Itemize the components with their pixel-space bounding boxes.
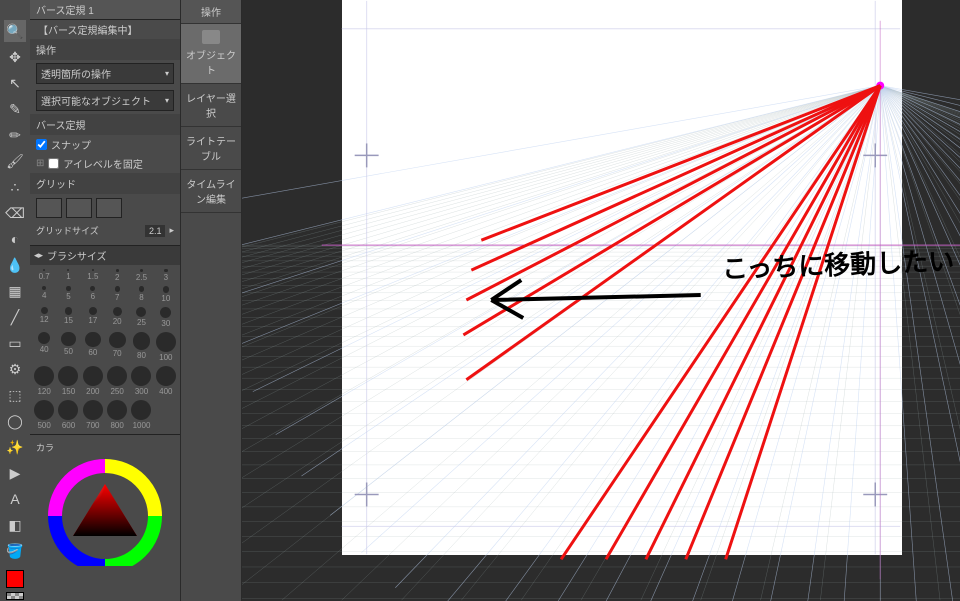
panel-subtitle: 【バース定規編集中】 [30,20,180,39]
brush-preset[interactable]: 6 [81,284,105,304]
droplet-icon[interactable]: 💧 [4,254,26,276]
brush-preset[interactable]: 40 [32,330,56,364]
section-grid: グリッド [30,173,180,194]
frame-icon[interactable]: ▦ [4,280,26,302]
move-icon[interactable]: ✥ [4,46,26,68]
dropdown-selectable[interactable]: 選択可能なオブジェクト▾ [36,90,174,111]
brush-preset[interactable]: 150 [56,364,80,398]
marquee-icon[interactable]: ⬚ [4,384,26,406]
brush-preset[interactable]: 0.7 [32,267,56,284]
brush-preset[interactable]: 20 [105,305,129,330]
grid-xz-button[interactable] [96,198,122,218]
grid-size-value[interactable]: 2.1 [145,225,166,237]
chevron-down-icon: ▾ [165,96,169,105]
chevron-down-icon: ▾ [165,69,169,78]
fill-icon[interactable]: 🪣 [4,540,26,562]
dropdown-transparent[interactable]: 透明箇所の操作▾ [36,63,174,84]
brush-preset[interactable]: 80 [129,330,153,364]
tool-column: 🔍 ✥ ↖ ✎ ✏ 🖌 ∴ ⌫ ◐ 💧 ▦ ╱ ▭ ⚙ ⬚ ◯ ✨ ▶ A ◧ … [0,0,30,601]
brush-preset[interactable]: 7 [105,284,129,304]
color-wheel[interactable] [40,456,170,566]
brush-preset[interactable]: 120 [32,364,56,398]
text-icon[interactable]: A [4,488,26,510]
canvas-svg [242,0,960,601]
brush-preset[interactable]: 70 [105,330,129,364]
blend-icon[interactable]: ◐ [4,228,26,250]
pencil-icon[interactable]: ✏ [4,124,26,146]
brush-preset[interactable]: 60 [81,330,105,364]
panel-tab[interactable]: バース定規 1 [30,0,180,20]
grid-size-label: グリッドサイズ [36,224,99,237]
foreground-color[interactable] [6,570,24,588]
brush-preset[interactable]: 400 [154,364,178,398]
subtool-layer-select[interactable]: レイヤー選択 [181,84,241,127]
brush-preset[interactable]: 1000 [129,398,153,432]
brush-preset[interactable]: 700 [81,398,105,432]
brush-preset[interactable]: 50 [56,330,80,364]
subtool-column: 操作 オブジェクト レイヤー選択 ライトテーブル タイムライン編集 [180,0,242,601]
color-panel-title: カラ [34,439,176,456]
arrow-icon[interactable]: ↖ [4,72,26,94]
rect-icon[interactable]: ▭ [4,332,26,354]
brush-preset[interactable]: 250 [105,364,129,398]
brush-preset[interactable]: 3 [154,267,178,284]
brush-preset[interactable]: 100 [154,330,178,364]
brush-preset[interactable]: 5 [56,284,80,304]
brush-preset[interactable]: 1 [56,267,80,284]
snap-label: スナップ [51,137,91,152]
spray-icon[interactable]: ∴ [4,176,26,198]
pen-icon[interactable]: ✎ [4,98,26,120]
canvas-area[interactable]: こっちに移動したい [242,0,960,601]
line-icon[interactable]: ╱ [4,306,26,328]
color-panel: カラ [30,434,180,570]
grid-yz-button[interactable] [66,198,92,218]
subtool-header[interactable]: 操作 [181,0,241,24]
brush-preset[interactable]: 2.5 [129,267,153,284]
brush-preset[interactable]: 2 [105,267,129,284]
property-panel: バース定規 1 【バース定規編集中】 操作 透明箇所の操作▾ 選択可能なオブジェ… [30,0,180,601]
object-icon [202,30,220,44]
collapse-icon[interactable]: ◂▸ [34,250,43,261]
brush-preset[interactable]: 600 [56,398,80,432]
brush-preset[interactable]: 4 [32,284,56,304]
stepper-icon[interactable]: ▸ [169,225,174,236]
brush-preset[interactable]: 30 [154,305,178,330]
wand-icon[interactable]: ✨ [4,436,26,458]
brush-panel-title: ブラシサイズ [47,248,107,263]
eraser-icon[interactable]: ⌫ [4,202,26,224]
brush-preset[interactable]: 12 [32,305,56,330]
brush-preset[interactable]: 17 [81,305,105,330]
fix-eyelevel-label: アイレベルを固定 [63,156,143,171]
ellipse-icon[interactable]: ◯ [4,410,26,432]
brush-preset[interactable]: 1.5 [81,267,105,284]
brush-preset[interactable]: 500 [32,398,56,432]
subtool-object[interactable]: オブジェクト [181,24,241,84]
subtool-timeline[interactable]: タイムライン編集 [181,170,241,213]
brush-preset[interactable]: 8 [129,284,153,304]
grid-xy-button[interactable] [36,198,62,218]
brush-preset[interactable]: 25 [129,305,153,330]
background-color[interactable] [6,592,24,600]
brush-icon[interactable]: 🖌 [4,150,26,172]
brush-preset[interactable]: 15 [56,305,80,330]
brush-preset[interactable]: 10 [154,284,178,304]
section-ruler: バース定規 [30,114,180,135]
subtool-light-table[interactable]: ライトテーブル [181,127,241,170]
brush-preset[interactable]: 200 [81,364,105,398]
fix-eyelevel-checkbox[interactable] [48,158,59,169]
brush-preset[interactable]: 300 [129,364,153,398]
magnifier-icon[interactable]: 🔍 [4,20,26,42]
section-operate: 操作 [30,39,180,60]
brush-size-panel: ◂▸ブラシサイズ 0.711.522.534567810121517202530… [30,245,180,434]
brush-preset[interactable]: 800 [105,398,129,432]
snap-checkbox[interactable] [36,139,47,150]
picker-icon[interactable]: ▶ [4,462,26,484]
settings-icon[interactable]: ⚙ [4,358,26,380]
gradient-icon[interactable]: ◧ [4,514,26,536]
